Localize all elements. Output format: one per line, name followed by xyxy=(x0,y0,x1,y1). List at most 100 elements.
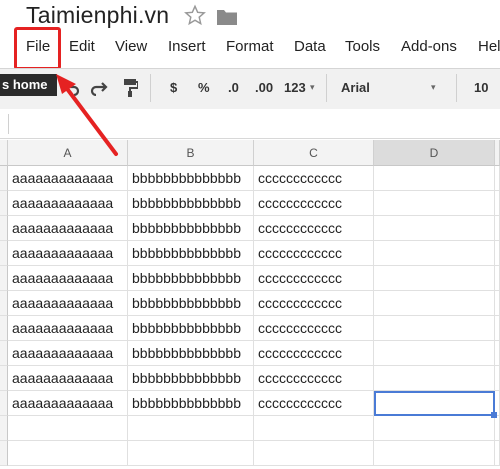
row-header[interactable] xyxy=(0,341,8,366)
toolbar-separator xyxy=(456,74,457,102)
row-header[interactable] xyxy=(0,241,8,266)
cell-d4[interactable] xyxy=(374,241,495,266)
row-header[interactable] xyxy=(0,216,8,241)
cell-c7[interactable]: cccccccccccc xyxy=(254,316,374,341)
decrease-decimal-button[interactable]: .0 xyxy=(228,80,239,95)
percent-format-button[interactable]: % xyxy=(198,80,210,95)
cell-e3[interactable] xyxy=(495,216,500,241)
cell-d2[interactable] xyxy=(374,191,495,216)
cell-c12[interactable] xyxy=(254,441,374,466)
cell-e2[interactable] xyxy=(495,191,500,216)
cell-b7[interactable]: bbbbbbbbbbbbbb xyxy=(128,316,254,341)
cell-a2[interactable]: aaaaaaaaaaaaa xyxy=(8,191,128,216)
menu-edit[interactable]: Edit xyxy=(69,38,95,55)
cell-a6[interactable]: aaaaaaaaaaaaa xyxy=(8,291,128,316)
cell-a4[interactable]: aaaaaaaaaaaaa xyxy=(8,241,128,266)
formula-bar-divider xyxy=(8,114,9,134)
cell-b4[interactable]: bbbbbbbbbbbbbb xyxy=(128,241,254,266)
cell-c6[interactable]: cccccccccccc xyxy=(254,291,374,316)
cell-e4[interactable] xyxy=(495,241,500,266)
cell-d9[interactable] xyxy=(374,366,495,391)
cell-e11[interactable] xyxy=(495,416,500,441)
menu-data[interactable]: Data xyxy=(294,38,326,55)
cell-e9[interactable] xyxy=(495,366,500,391)
annotation-arrow xyxy=(40,62,130,162)
cell-c11[interactable] xyxy=(254,416,374,441)
menu-add-ons[interactable]: Add-ons xyxy=(401,38,457,55)
cell-d3[interactable] xyxy=(374,216,495,241)
cell-a10[interactable]: aaaaaaaaaaaaa xyxy=(8,391,128,416)
toolbar-separator xyxy=(326,74,327,102)
cell-b2[interactable]: bbbbbbbbbbbbbb xyxy=(128,191,254,216)
row-header[interactable] xyxy=(0,191,8,216)
menu-view[interactable]: View xyxy=(115,38,147,55)
fill-handle[interactable] xyxy=(491,412,497,418)
cell-e7[interactable] xyxy=(495,316,500,341)
cell-a8[interactable]: aaaaaaaaaaaaa xyxy=(8,341,128,366)
column-header-d[interactable]: D xyxy=(374,140,495,166)
cell-c2[interactable]: cccccccccccc xyxy=(254,191,374,216)
toolbar-separator xyxy=(150,74,151,102)
cell-d12[interactable] xyxy=(374,441,495,466)
cell-c10[interactable]: cccccccccccc xyxy=(254,391,374,416)
cell-b3[interactable]: bbbbbbbbbbbbbb xyxy=(128,216,254,241)
star-icon[interactable] xyxy=(184,4,206,26)
row-header[interactable] xyxy=(0,366,8,391)
cell-a9[interactable]: aaaaaaaaaaaaa xyxy=(8,366,128,391)
row-header[interactable] xyxy=(0,391,8,416)
cell-e5[interactable] xyxy=(495,266,500,291)
cell-b11[interactable] xyxy=(128,416,254,441)
cell-b9[interactable]: bbbbbbbbbbbbbb xyxy=(128,366,254,391)
cell-e12[interactable] xyxy=(495,441,500,466)
cell-d8[interactable] xyxy=(374,341,495,366)
row-header[interactable] xyxy=(0,166,8,191)
cell-e6[interactable] xyxy=(495,291,500,316)
increase-decimal-button[interactable]: .00 xyxy=(255,80,273,95)
cell-b12[interactable] xyxy=(128,441,254,466)
cell-a7[interactable]: aaaaaaaaaaaaa xyxy=(8,316,128,341)
cell-b8[interactable]: bbbbbbbbbbbbbb xyxy=(128,341,254,366)
cell-c1[interactable]: cccccccccccc xyxy=(254,166,374,191)
menu-help[interactable]: Help xyxy=(478,38,500,55)
cell-a5[interactable]: aaaaaaaaaaaaa xyxy=(8,266,128,291)
cell-e8[interactable] xyxy=(495,341,500,366)
menu-insert[interactable]: Insert xyxy=(168,38,206,55)
cell-b1[interactable]: bbbbbbbbbbbbbb xyxy=(128,166,254,191)
cell-d5[interactable] xyxy=(374,266,495,291)
column-header-c[interactable]: C xyxy=(254,140,374,166)
row-header[interactable] xyxy=(0,266,8,291)
menu-format[interactable]: Format xyxy=(226,38,274,55)
cell-d6[interactable] xyxy=(374,291,495,316)
cell-c5[interactable]: cccccccccccc xyxy=(254,266,374,291)
font-family-value: Arial xyxy=(341,80,370,95)
select-all-corner[interactable] xyxy=(0,140,8,166)
cell-d11[interactable] xyxy=(374,416,495,441)
column-header-e[interactable] xyxy=(495,140,500,166)
menu-tools[interactable]: Tools xyxy=(345,38,380,55)
cell-c3[interactable]: cccccccccccc xyxy=(254,216,374,241)
row-header[interactable] xyxy=(0,441,8,466)
row-header[interactable] xyxy=(0,316,8,341)
cell-a3[interactable]: aaaaaaaaaaaaa xyxy=(8,216,128,241)
more-formats-button[interactable]: 123 xyxy=(284,80,306,95)
document-title[interactable]: Taimienphi.vn xyxy=(26,2,169,29)
row-header[interactable] xyxy=(0,291,8,316)
cell-a12[interactable] xyxy=(8,441,128,466)
column-header-b[interactable]: B xyxy=(128,140,254,166)
cell-d7[interactable] xyxy=(374,316,495,341)
font-size-select[interactable]: 10 xyxy=(464,74,500,102)
row-header[interactable] xyxy=(0,416,8,441)
cell-b5[interactable]: bbbbbbbbbbbbbb xyxy=(128,266,254,291)
cell-a11[interactable] xyxy=(8,416,128,441)
cell-d1[interactable] xyxy=(374,166,495,191)
cell-b10[interactable]: bbbbbbbbbbbbbb xyxy=(128,391,254,416)
currency-format-button[interactable]: $ xyxy=(170,80,177,95)
folder-icon[interactable] xyxy=(216,8,238,26)
cell-c8[interactable]: cccccccccccc xyxy=(254,341,374,366)
cell-b6[interactable]: bbbbbbbbbbbbbb xyxy=(128,291,254,316)
font-family-select[interactable]: Arial ▾ xyxy=(331,74,451,102)
cell-c9[interactable]: cccccccccccc xyxy=(254,366,374,391)
cell-c4[interactable]: cccccccccccc xyxy=(254,241,374,266)
cell-e1[interactable] xyxy=(495,166,500,191)
cell-a1[interactable]: aaaaaaaaaaaaa xyxy=(8,166,128,191)
